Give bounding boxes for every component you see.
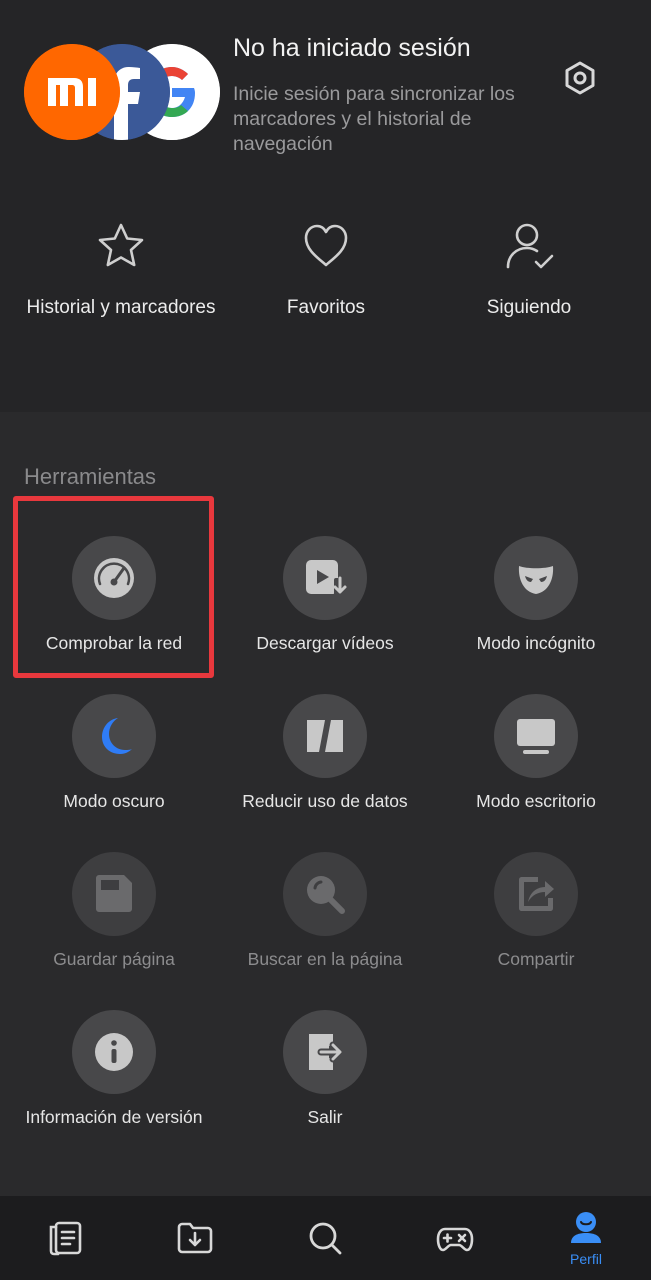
tool-label: Modo escritorio: [476, 791, 596, 811]
games-controller-icon: [436, 1227, 474, 1252]
profile-screen: No ha iniciado sesión Inicie sesión para…: [0, 0, 651, 1280]
nav-downloads[interactable]: [155, 1196, 235, 1280]
nav-games[interactable]: [415, 1196, 495, 1280]
tool-save-page[interactable]: Guardar página: [9, 852, 219, 970]
user-check-icon: [503, 220, 555, 272]
tool-dark-mode[interactable]: Modo oscuro: [9, 694, 219, 812]
save-icon: [96, 875, 132, 912]
tools-section-title: Herramientas: [24, 464, 157, 489]
tool-version-info[interactable]: Información de versión: [9, 1010, 219, 1128]
star-icon: [95, 220, 147, 272]
moon-icon: [102, 718, 132, 754]
hexagon-settings-icon: [565, 61, 595, 95]
quick-link-label: Historial y marcadores: [26, 297, 216, 318]
incognito-mask-icon: [518, 566, 554, 594]
tool-data-saver[interactable]: Reducir uso de datos: [220, 694, 430, 812]
nav-search[interactable]: [285, 1196, 365, 1280]
info-icon: [95, 1033, 133, 1071]
tool-label: Modo incógnito: [476, 633, 596, 653]
tool-label: Reducir uso de datos: [242, 791, 408, 811]
quick-link-following[interactable]: Siguiendo: [429, 220, 629, 320]
news-feed-icon: [49, 1221, 82, 1256]
quick-link-history-bookmarks[interactable]: Historial y marcadores: [21, 220, 221, 320]
share-icon: [519, 877, 554, 911]
bottom-navigation: Perfil: [0, 1196, 651, 1280]
xiaomi-logo-icon: [24, 44, 120, 140]
tool-download-videos[interactable]: Descargar vídeos: [220, 536, 430, 654]
tool-share[interactable]: Compartir: [431, 852, 641, 970]
tool-label: Guardar página: [53, 949, 175, 969]
login-status-subtitle[interactable]: Inicie sesión para sincronizar los marca…: [233, 82, 523, 157]
exit-icon: [309, 1034, 344, 1070]
tool-label: Modo oscuro: [63, 791, 165, 811]
tool-label: Descargar vídeos: [256, 633, 394, 653]
tool-incognito-mode[interactable]: Modo incógnito: [431, 536, 641, 654]
tool-exit[interactable]: Salir: [220, 1010, 430, 1128]
quick-link-favorites[interactable]: Favoritos: [226, 220, 426, 320]
desktop-icon: [517, 719, 555, 754]
settings-button[interactable]: [560, 58, 600, 98]
login-status-title[interactable]: No ha iniciado sesión: [233, 34, 471, 63]
nav-profile[interactable]: Perfil: [546, 1196, 626, 1280]
tool-label: Buscar en la página: [247, 949, 403, 969]
highlight-box: [13, 496, 214, 678]
video-download-icon: [306, 560, 347, 596]
tool-desktop-mode[interactable]: Modo escritorio: [431, 694, 641, 812]
tool-label: Compartir: [497, 949, 575, 969]
quick-link-label: Siguiendo: [486, 297, 572, 318]
login-providers[interactable]: [24, 44, 224, 144]
nav-profile-label: Perfil: [570, 1251, 602, 1267]
tool-find-in-page[interactable]: Buscar en la página: [220, 852, 430, 970]
heart-icon: [300, 220, 352, 272]
search-page-icon: [307, 876, 345, 914]
downloads-folder-icon: [177, 1222, 213, 1254]
quick-link-label: Favoritos: [286, 297, 366, 318]
tool-label: Información de versión: [25, 1107, 203, 1127]
profile-icon: [571, 1212, 601, 1243]
data-saver-icon: [307, 717, 343, 755]
account-header: No ha iniciado sesión Inicie sesión para…: [0, 0, 651, 412]
tool-label: Salir: [307, 1107, 343, 1127]
search-icon: [309, 1222, 342, 1255]
nav-news-feed[interactable]: [25, 1196, 105, 1280]
